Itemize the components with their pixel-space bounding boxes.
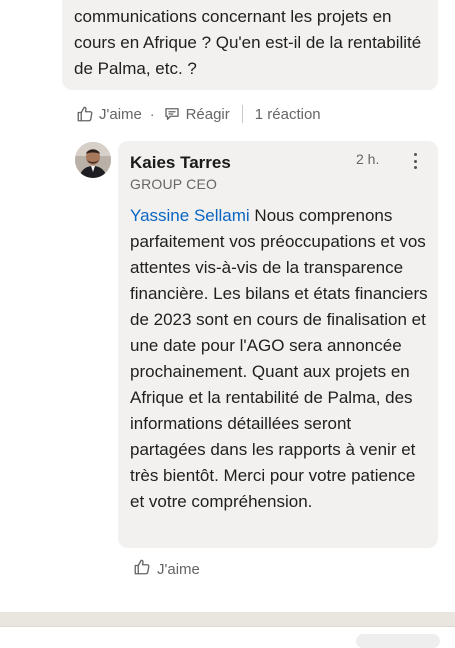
- parent-comment-actions: J'aime · Réagir 1 réaction: [76, 102, 321, 126]
- timestamp: 2 h.: [356, 151, 380, 167]
- like-button[interactable]: J'aime: [76, 105, 142, 123]
- reply-label: Réagir: [185, 105, 230, 123]
- more-vertical-icon[interactable]: [408, 151, 422, 171]
- reply-like-button[interactable]: J'aime: [133, 557, 200, 581]
- thumbs-up-icon: [76, 105, 94, 123]
- author-name[interactable]: Kaies Tarres: [130, 153, 231, 173]
- parent-comment-bubble: communications concernant les projets en…: [62, 0, 438, 90]
- separator-dot: ·: [149, 106, 155, 122]
- like-label: J'aime: [99, 105, 142, 123]
- reply-comment-bubble: Kaies Tarres GROUP CEO 2 h. Yassine Sell…: [118, 141, 438, 548]
- reply-text: Yassine Sellami Nous comprenons parfaite…: [130, 203, 430, 515]
- speech-bubble-icon: [163, 105, 181, 123]
- reply-body: Nous comprenons parfaitement vos préoccu…: [130, 206, 428, 511]
- reactions-count-link[interactable]: 1 réaction: [255, 106, 321, 123]
- author-headline: GROUP CEO: [130, 176, 218, 192]
- section-divider: [0, 612, 455, 626]
- reply-button[interactable]: Réagir: [163, 105, 230, 123]
- avatar[interactable]: [75, 142, 111, 178]
- thumbs-up-icon: [133, 558, 151, 580]
- next-item-pill[interactable]: [356, 634, 440, 648]
- mention-link[interactable]: Yassine Sellami: [130, 206, 250, 225]
- like-label: J'aime: [157, 560, 200, 578]
- parent-comment-text: communications concernant les projets en…: [74, 7, 422, 78]
- divider: [241, 105, 243, 123]
- divider-line: [0, 626, 455, 627]
